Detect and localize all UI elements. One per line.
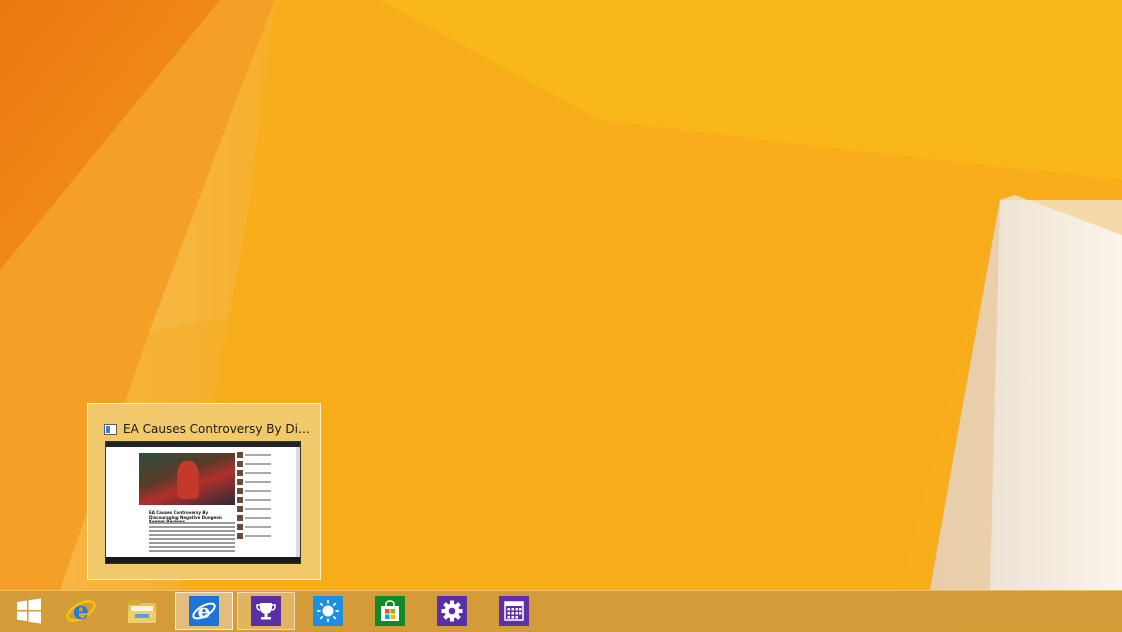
calendar-icon [499,596,529,626]
achievements-app-button[interactable] [237,592,295,630]
taskbar-thumbnail-preview[interactable]: EA Causes Controversy By Disco... EA Cau… [87,403,321,580]
preview-window-title: EA Causes Controversy By Disco... [123,422,314,436]
gear-icon [437,596,467,626]
windows-logo-icon [17,598,41,624]
browser-window-icon [104,423,117,435]
taskbar: e e [0,590,1122,632]
trophy-icon [251,596,281,626]
sun-icon [313,596,343,626]
weather-app-button[interactable] [299,592,357,630]
thumbnail-sidebar [237,452,271,542]
internet-explorer-pinned-button[interactable]: e [52,592,110,630]
window-thumbnail[interactable]: EA Causes Controversy By Discouraging Ne… [105,441,301,564]
thumbnail-app-bar [106,557,300,563]
file-explorer-button[interactable] [113,592,171,630]
start-button[interactable] [0,592,58,630]
internet-explorer-tile-icon: e [189,596,219,626]
svg-text:e: e [73,596,89,625]
internet-explorer-icon: e [66,596,96,625]
thumbnail-header-bar [106,442,300,447]
store-app-button[interactable] [361,592,419,630]
svg-text:e: e [198,599,211,623]
settings-app-button[interactable] [423,592,481,630]
preview-title-bar: EA Causes Controversy By Disco... [104,420,314,438]
folder-icon [128,600,156,623]
thumbnail-article-image [139,453,235,505]
internet-explorer-app-button[interactable]: e [175,592,233,630]
store-icon [375,596,405,626]
calendar-app-button[interactable] [485,592,543,630]
thumbnail-article-body [149,522,235,554]
thumbnail-scrollbar [296,447,300,557]
